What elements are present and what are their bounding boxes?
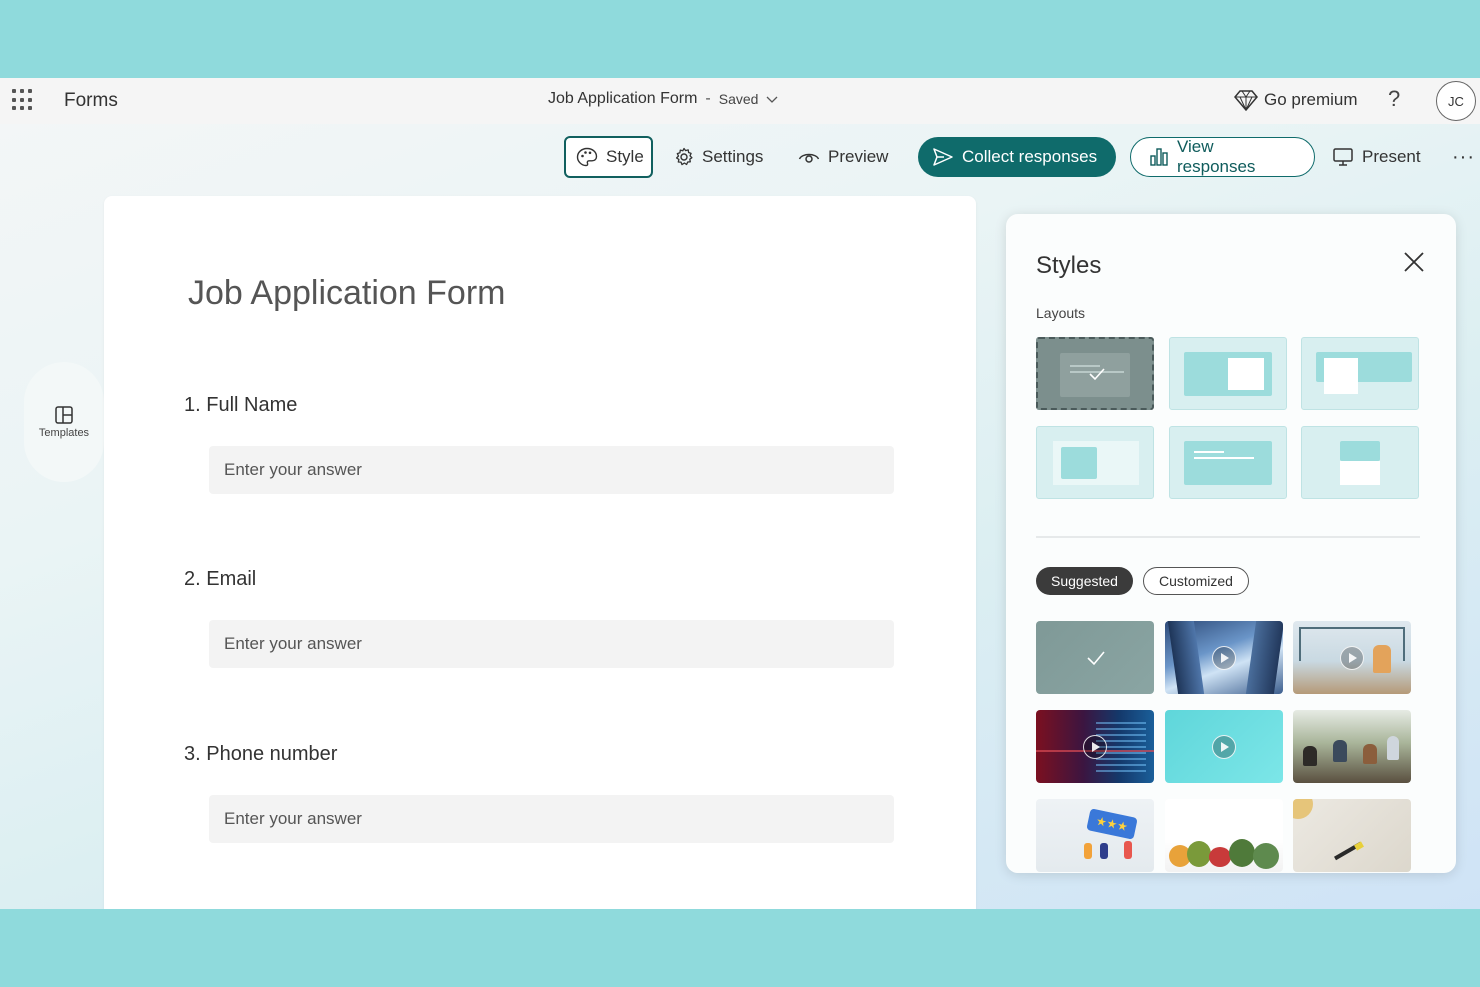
view-responses-label: View responses <box>1177 137 1256 176</box>
layout-option-4[interactable] <box>1036 426 1154 499</box>
view-responses-button[interactable]: View responses <box>1130 137 1315 177</box>
chart-icon <box>1150 148 1168 166</box>
settings-label: Settings <box>702 147 764 166</box>
command-toolbar: Style Settings Preview Collect responses <box>0 124 1480 190</box>
top-bar: Forms Job Application Form - Saved Go pr… <box>0 78 1480 124</box>
play-icon <box>1083 734 1107 759</box>
settings-button[interactable]: Settings <box>664 136 773 178</box>
panel-divider <box>1036 536 1420 538</box>
go-premium-label: Go premium <box>1264 90 1358 109</box>
title-separator: - <box>705 90 711 107</box>
question-1-label: 1. Full Name <box>184 394 298 416</box>
form-title[interactable]: Job Application Form <box>188 274 506 313</box>
email-input[interactable]: Enter your answer <box>209 620 894 668</box>
go-premium-button[interactable]: Go premium <box>1234 89 1358 111</box>
app-name[interactable]: Forms <box>64 90 118 112</box>
styles-panel-title: Styles <box>1036 252 1102 279</box>
app-launcher-icon[interactable] <box>12 89 34 111</box>
forms-app-window: Forms Job Application Form - Saved Go pr… <box>0 78 1480 909</box>
layouts-heading: Layouts <box>1036 305 1086 321</box>
preview-button[interactable]: Preview <box>788 136 898 178</box>
layout-option-5[interactable] <box>1169 426 1287 499</box>
present-label: Present <box>1362 147 1421 166</box>
preview-label: Preview <box>828 147 889 166</box>
collect-responses-label: Collect responses <box>962 147 1098 166</box>
play-icon <box>1212 734 1236 759</box>
theme-thumbnail-vegetables[interactable] <box>1165 799 1283 872</box>
style-label: Style <box>606 147 644 166</box>
document-title: Job Application Form <box>548 90 698 107</box>
more-options-button[interactable]: ··· <box>1442 136 1480 178</box>
play-icon <box>1212 645 1236 670</box>
templates-icon <box>55 406 73 424</box>
theme-thumbnail-city[interactable] <box>1165 621 1283 694</box>
templates-button[interactable]: Templates <box>24 362 104 482</box>
diamond-icon <box>1234 90 1258 111</box>
theme-thumbnail-office-meeting[interactable] <box>1293 621 1411 694</box>
chevron-down-icon[interactable] <box>766 93 778 105</box>
avatar[interactable]: JC <box>1436 81 1476 121</box>
tab-customized[interactable]: Customized <box>1143 567 1249 595</box>
layout-option-6[interactable] <box>1301 426 1419 499</box>
palette-icon <box>576 147 598 167</box>
gear-icon <box>675 147 693 166</box>
document-title-bar[interactable]: Job Application Form - Saved <box>548 90 778 108</box>
question-3-label: 3. Phone number <box>184 743 338 765</box>
styles-panel: Styles Layouts Suggested Customized ★★★ <box>1006 214 1456 873</box>
full-name-input[interactable]: Enter your answer <box>209 446 894 494</box>
checkmark-icon <box>1087 651 1105 666</box>
help-button[interactable]: ? <box>1388 86 1400 112</box>
layout-option-1[interactable] <box>1036 337 1154 410</box>
theme-thumbnail-solid[interactable] <box>1036 621 1154 694</box>
close-icon[interactable] <box>1402 250 1426 274</box>
collect-responses-button[interactable]: Collect responses <box>918 137 1116 177</box>
play-icon <box>1340 645 1364 670</box>
save-status: Saved <box>718 91 759 107</box>
present-button[interactable]: Present <box>1322 136 1431 178</box>
theme-thumbnail-teal[interactable] <box>1165 710 1283 783</box>
question-2-label: 2. Email <box>184 568 257 590</box>
star-rating-icon: ★★★ <box>1086 808 1138 840</box>
checkmark-icon <box>1089 368 1105 381</box>
theme-thumbnail-desk[interactable] <box>1293 799 1411 872</box>
phone-number-input[interactable]: Enter your answer <box>209 795 894 843</box>
form-card: Job Application Form 1. Full Name Enter … <box>104 196 976 909</box>
layout-option-2[interactable] <box>1169 337 1287 410</box>
theme-thumbnail-data-screen[interactable] <box>1036 710 1154 783</box>
send-icon <box>933 148 953 166</box>
style-button[interactable]: Style <box>564 136 653 178</box>
eye-icon <box>798 153 820 163</box>
theme-thumbnail-rating[interactable]: ★★★ <box>1036 799 1154 872</box>
layout-option-3[interactable] <box>1301 337 1419 410</box>
templates-label: Templates <box>38 427 90 439</box>
monitor-icon <box>1333 148 1353 166</box>
tab-suggested[interactable]: Suggested <box>1036 567 1133 595</box>
theme-thumbnail-open-office[interactable] <box>1293 710 1411 783</box>
